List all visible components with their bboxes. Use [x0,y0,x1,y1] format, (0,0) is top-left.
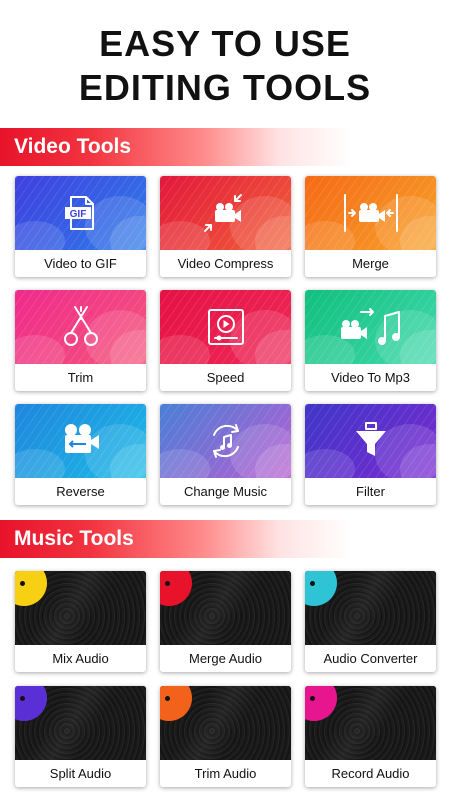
music-tool-label: Audio Converter [323,651,418,666]
video-tool-card[interactable]: Reverse [15,404,146,505]
vinyl-record-icon [160,686,291,760]
music-tool-label: Mix Audio [52,651,109,666]
music-tool-card[interactable]: Merge Audio [160,571,291,672]
music-tool-label: Trim Audio [194,766,257,781]
video-tool-card[interactable]: GIF Video to GIF [15,176,146,277]
music-tool-card[interactable]: Record Audio [305,686,436,787]
music-tool-card[interactable]: Mix Audio [15,571,146,672]
video-tool-label: Change Music [183,484,268,499]
video-tool-card[interactable]: Filter [305,404,436,505]
vinyl-hole [310,581,315,586]
headline-line-2: EDITING TOOLS [78,67,372,108]
video-tool-thumbnail [160,404,291,478]
music-tool-label: Record Audio [331,766,410,781]
vinyl-record-icon [305,571,436,645]
video-tool-card[interactable]: Video To Mp3 [305,290,436,391]
video-tool-thumbnail [15,404,146,478]
video-tool-label: Video Compress [177,256,274,271]
headline-line-1: EASY TO USE [99,23,351,64]
headline: EASY TO USE EDITING TOOLS [0,22,450,110]
video-tools-title: Video Tools [14,135,132,158]
video-tool-thumbnail [305,290,436,364]
video-tool-label: Speed [206,370,245,385]
video-tool-label: Reverse [56,484,105,499]
video-tool-label: Trim [67,370,94,385]
music-tool-card[interactable]: Trim Audio [160,686,291,787]
vinyl-hole [310,696,315,701]
video-tool-thumbnail [15,290,146,364]
video-tool-label: Merge [352,256,389,271]
vinyl-hole [165,581,170,586]
video-tool-thumbnail [160,176,291,250]
music-tools-title: Music Tools [14,527,134,550]
video-tool-thumbnail [305,404,436,478]
video-tool-label: Video To Mp3 [330,370,411,385]
video-tool-thumbnail: GIF [15,176,146,250]
vinyl-hole [20,581,25,586]
music-tool-label: Split Audio [49,766,112,781]
vinyl-record-icon [15,571,146,645]
svg-text:GIF: GIF [69,209,86,220]
video-tool-thumbnail [160,290,291,364]
video-tool-thumbnail [305,176,436,250]
music-tool-card[interactable]: Audio Converter [305,571,436,672]
music-tool-label: Merge Audio [189,651,262,666]
vinyl-record-icon [15,686,146,760]
video-tool-card[interactable]: Change Music [160,404,291,505]
vinyl-record-icon [160,571,291,645]
music-tool-card[interactable]: Split Audio [15,686,146,787]
video-tool-label: Filter [356,484,385,499]
vinyl-hole [20,696,25,701]
video-tool-card[interactable]: Video Compress [160,176,291,277]
video-tool-card[interactable]: Trim [15,290,146,391]
video-tool-label: Video to GIF [44,256,117,271]
vinyl-hole [165,696,170,701]
music-tools-banner: Music Tools [0,520,450,558]
video-tools-banner: Video Tools [0,128,450,166]
video-tool-card[interactable]: Speed [160,290,291,391]
vinyl-record-icon [305,686,436,760]
video-tool-card[interactable]: Merge [305,176,436,277]
